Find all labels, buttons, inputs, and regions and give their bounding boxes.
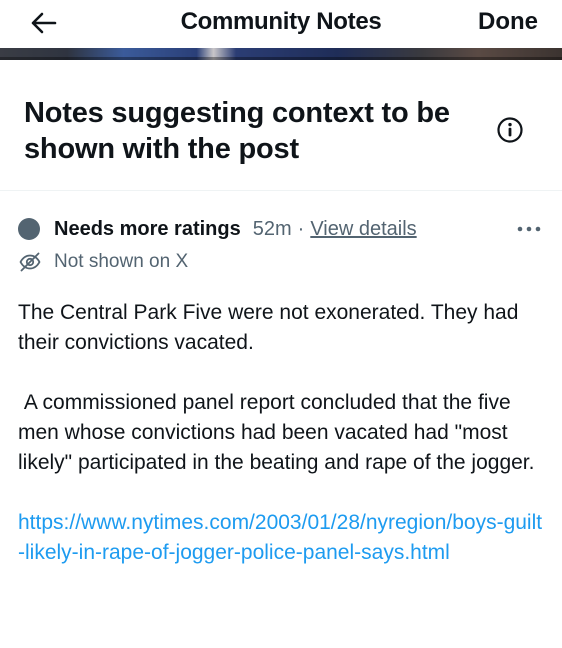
- note-status: Needs more ratings: [54, 217, 241, 240]
- meta-separator: ·: [297, 217, 305, 240]
- notes-section-header: Notes suggesting context to be shown wit…: [0, 60, 562, 191]
- note-paragraph: A commissioned panel report concluded th…: [18, 391, 535, 474]
- eye-off-icon: [19, 252, 41, 272]
- more-options-icon: [517, 226, 541, 232]
- top-bar: Community Notes Done: [0, 0, 562, 48]
- section-title: Notes suggesting context to be shown wit…: [24, 97, 450, 165]
- source-link[interactable]: https://www.nytimes.com/2003/01/28/nyreg…: [18, 508, 548, 568]
- done-button[interactable]: Done: [478, 8, 538, 36]
- note-status-row: Needs more ratings 52m · View details: [18, 217, 417, 241]
- info-button[interactable]: [496, 116, 524, 144]
- visibility-row: Not shown on X: [18, 250, 188, 274]
- status-dot-icon: [18, 218, 40, 240]
- visibility-label: Not shown on X: [54, 251, 189, 272]
- note-paragraph: The Central Park Five were not exonerate…: [18, 301, 519, 354]
- post-media-preview: [0, 48, 562, 60]
- more-options-button[interactable]: [516, 221, 542, 237]
- view-details-link[interactable]: View details: [310, 218, 416, 241]
- note-body: The Central Park Five were not exonerate…: [18, 298, 548, 568]
- info-icon: [497, 117, 523, 143]
- note-timestamp: 52m: [252, 217, 292, 240]
